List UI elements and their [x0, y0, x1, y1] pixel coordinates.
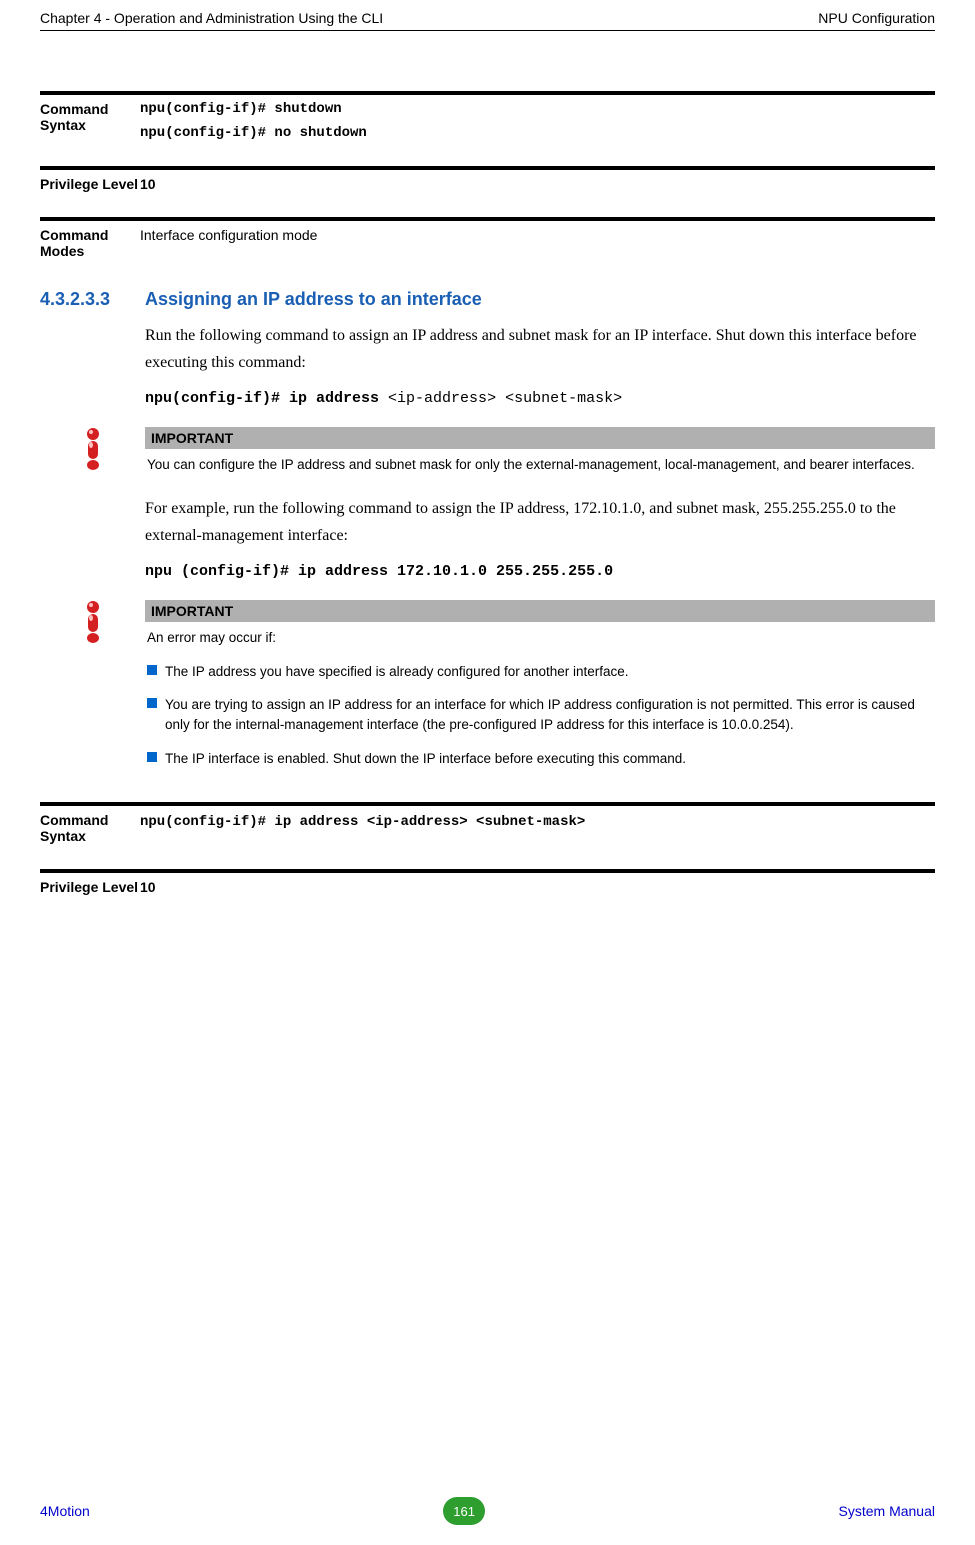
- header-right: NPU Configuration: [818, 10, 935, 26]
- footer-left: 4Motion: [40, 1503, 90, 1519]
- important-callout-1: IMPORTANT You can configure the IP addre…: [40, 427, 935, 475]
- bullet-1-text: The IP address you have specified is alr…: [165, 662, 629, 682]
- important-callout-2: IMPORTANT An error may occur if: The IP …: [40, 600, 935, 782]
- page-footer: 4Motion 161 System Manual: [40, 1497, 935, 1525]
- command-syntax-line2: npu(config-if)# no shutdown: [140, 125, 935, 141]
- callout2-intro: An error may occur if:: [147, 628, 935, 648]
- privilege-level2-value: 10: [140, 879, 935, 895]
- callout1-body: You can configure the IP address and sub…: [145, 455, 935, 475]
- code-line-2: npu (config-if)# ip address 172.10.1.0 2…: [145, 563, 935, 580]
- square-bullet-icon: [147, 698, 157, 708]
- paragraph-2: For example, run the following command t…: [145, 495, 935, 549]
- command-syntax2-prefix: npu(config-if)# ip address: [140, 814, 367, 830]
- square-bullet-icon: [147, 752, 157, 762]
- privilege-level-block-2: Privilege Level 10: [40, 869, 935, 895]
- important-icon: [40, 427, 145, 475]
- square-bullet-icon: [147, 665, 157, 675]
- command-syntax2-label: Command Syntax: [40, 812, 140, 844]
- privilege-level-value: 10: [140, 176, 935, 192]
- section-title: Assigning an IP address to an interface: [145, 289, 482, 310]
- code1-args: <ip-address> <subnet-mask>: [388, 390, 622, 407]
- page-header: Chapter 4 - Operation and Administration…: [40, 10, 935, 31]
- code1-prefix: npu(config-if)# ip address: [145, 390, 388, 407]
- bullet-3-text: The IP interface is enabled. Shut down t…: [165, 749, 686, 769]
- command-syntax-label: Command Syntax: [40, 101, 140, 141]
- command-modes-block: Command Modes Interface configuration mo…: [40, 217, 935, 259]
- footer-right: System Manual: [839, 1503, 935, 1519]
- bullet-2-text: You are trying to assign an IP address f…: [165, 695, 935, 734]
- important-icon: [40, 600, 145, 782]
- command-syntax-line1: npu(config-if)# shutdown: [140, 101, 935, 117]
- callout2-title: IMPORTANT: [145, 600, 935, 622]
- page-number-badge: 161: [443, 1497, 485, 1525]
- bullet-2: You are trying to assign an IP address f…: [147, 695, 935, 734]
- bullet-3: The IP interface is enabled. Shut down t…: [147, 749, 935, 769]
- section-number: 4.3.2.3.3: [40, 289, 145, 310]
- command-modes-value: Interface configuration mode: [140, 227, 935, 259]
- command-syntax-block: Command Syntax npu(config-if)# shutdown …: [40, 91, 935, 141]
- command-syntax2-args: <ip-address> <subnet-mask>: [367, 814, 585, 830]
- bullet-1: The IP address you have specified is alr…: [147, 662, 935, 682]
- command-syntax-block-2: Command Syntax npu(config-if)# ip addres…: [40, 802, 935, 844]
- command-modes-label: Command Modes: [40, 227, 140, 259]
- callout1-title: IMPORTANT: [145, 427, 935, 449]
- code-line-1: npu(config-if)# ip address <ip-address> …: [145, 390, 935, 407]
- paragraph-1: Run the following command to assign an I…: [145, 322, 935, 376]
- privilege-level-block: Privilege Level 10: [40, 166, 935, 192]
- section-heading: 4.3.2.3.3 Assigning an IP address to an …: [40, 289, 935, 310]
- privilege-level-label: Privilege Level: [40, 176, 140, 192]
- privilege-level2-label: Privilege Level: [40, 879, 140, 895]
- header-left: Chapter 4 - Operation and Administration…: [40, 10, 383, 26]
